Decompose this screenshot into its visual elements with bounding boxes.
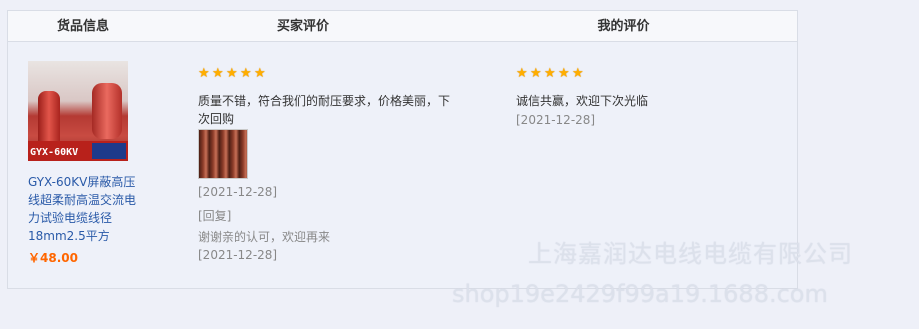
product-image-label: GYX-60KV [30, 147, 79, 158]
star-icon: ★ [254, 66, 266, 81]
my-review-date: [2021-12-28] [516, 113, 596, 127]
star-icon: ★ [572, 66, 584, 81]
my-rating-stars: ★ ★ ★ ★ ★ [516, 67, 585, 81]
product-price: ￥48.00 [28, 251, 78, 265]
star-icon: ★ [558, 66, 570, 81]
buyer-rating-stars: ★ ★ ★ ★ ★ [198, 67, 267, 81]
star-icon: ★ [212, 66, 224, 81]
star-icon: ★ [544, 66, 556, 81]
review-photo-thumbnail[interactable] [198, 129, 248, 179]
product-name-link[interactable]: GYX-60KV屏蔽高压线超柔耐高温交流电力试验电缆线径18mm2.5平方 [28, 173, 143, 245]
buyer-review-date: [2021-12-28] [198, 185, 278, 199]
my-comment: 诚信共赢，欢迎下次光临 [516, 94, 649, 108]
watermark-url: shop19e2429f99a19.1688.com [452, 280, 828, 308]
table-header: 货品信息 买家评价 我的评价 [8, 11, 797, 42]
buyer-comment: 质量不错，符合我们的耐压要求，价格美丽，下次回购 [198, 94, 451, 126]
star-icon: ★ [530, 66, 542, 81]
star-icon: ★ [516, 66, 528, 81]
product-image[interactable]: GYX-60KV [28, 61, 128, 161]
seller-reply-text: 谢谢亲的认可，欢迎再来 [198, 230, 331, 244]
watermark-company: 上海嘉润达电线电缆有限公司 [528, 240, 853, 268]
seller-reply-date: [2021-12-28] [198, 248, 278, 262]
header-goods-info: 货品信息 [56, 19, 109, 34]
header-my-review: 我的评价 [597, 19, 650, 34]
star-icon: ★ [240, 66, 252, 81]
reply-tag: [回复] [198, 209, 232, 223]
header-buyer-review: 买家评价 [276, 19, 329, 34]
star-icon: ★ [198, 66, 210, 81]
star-icon: ★ [226, 66, 238, 81]
